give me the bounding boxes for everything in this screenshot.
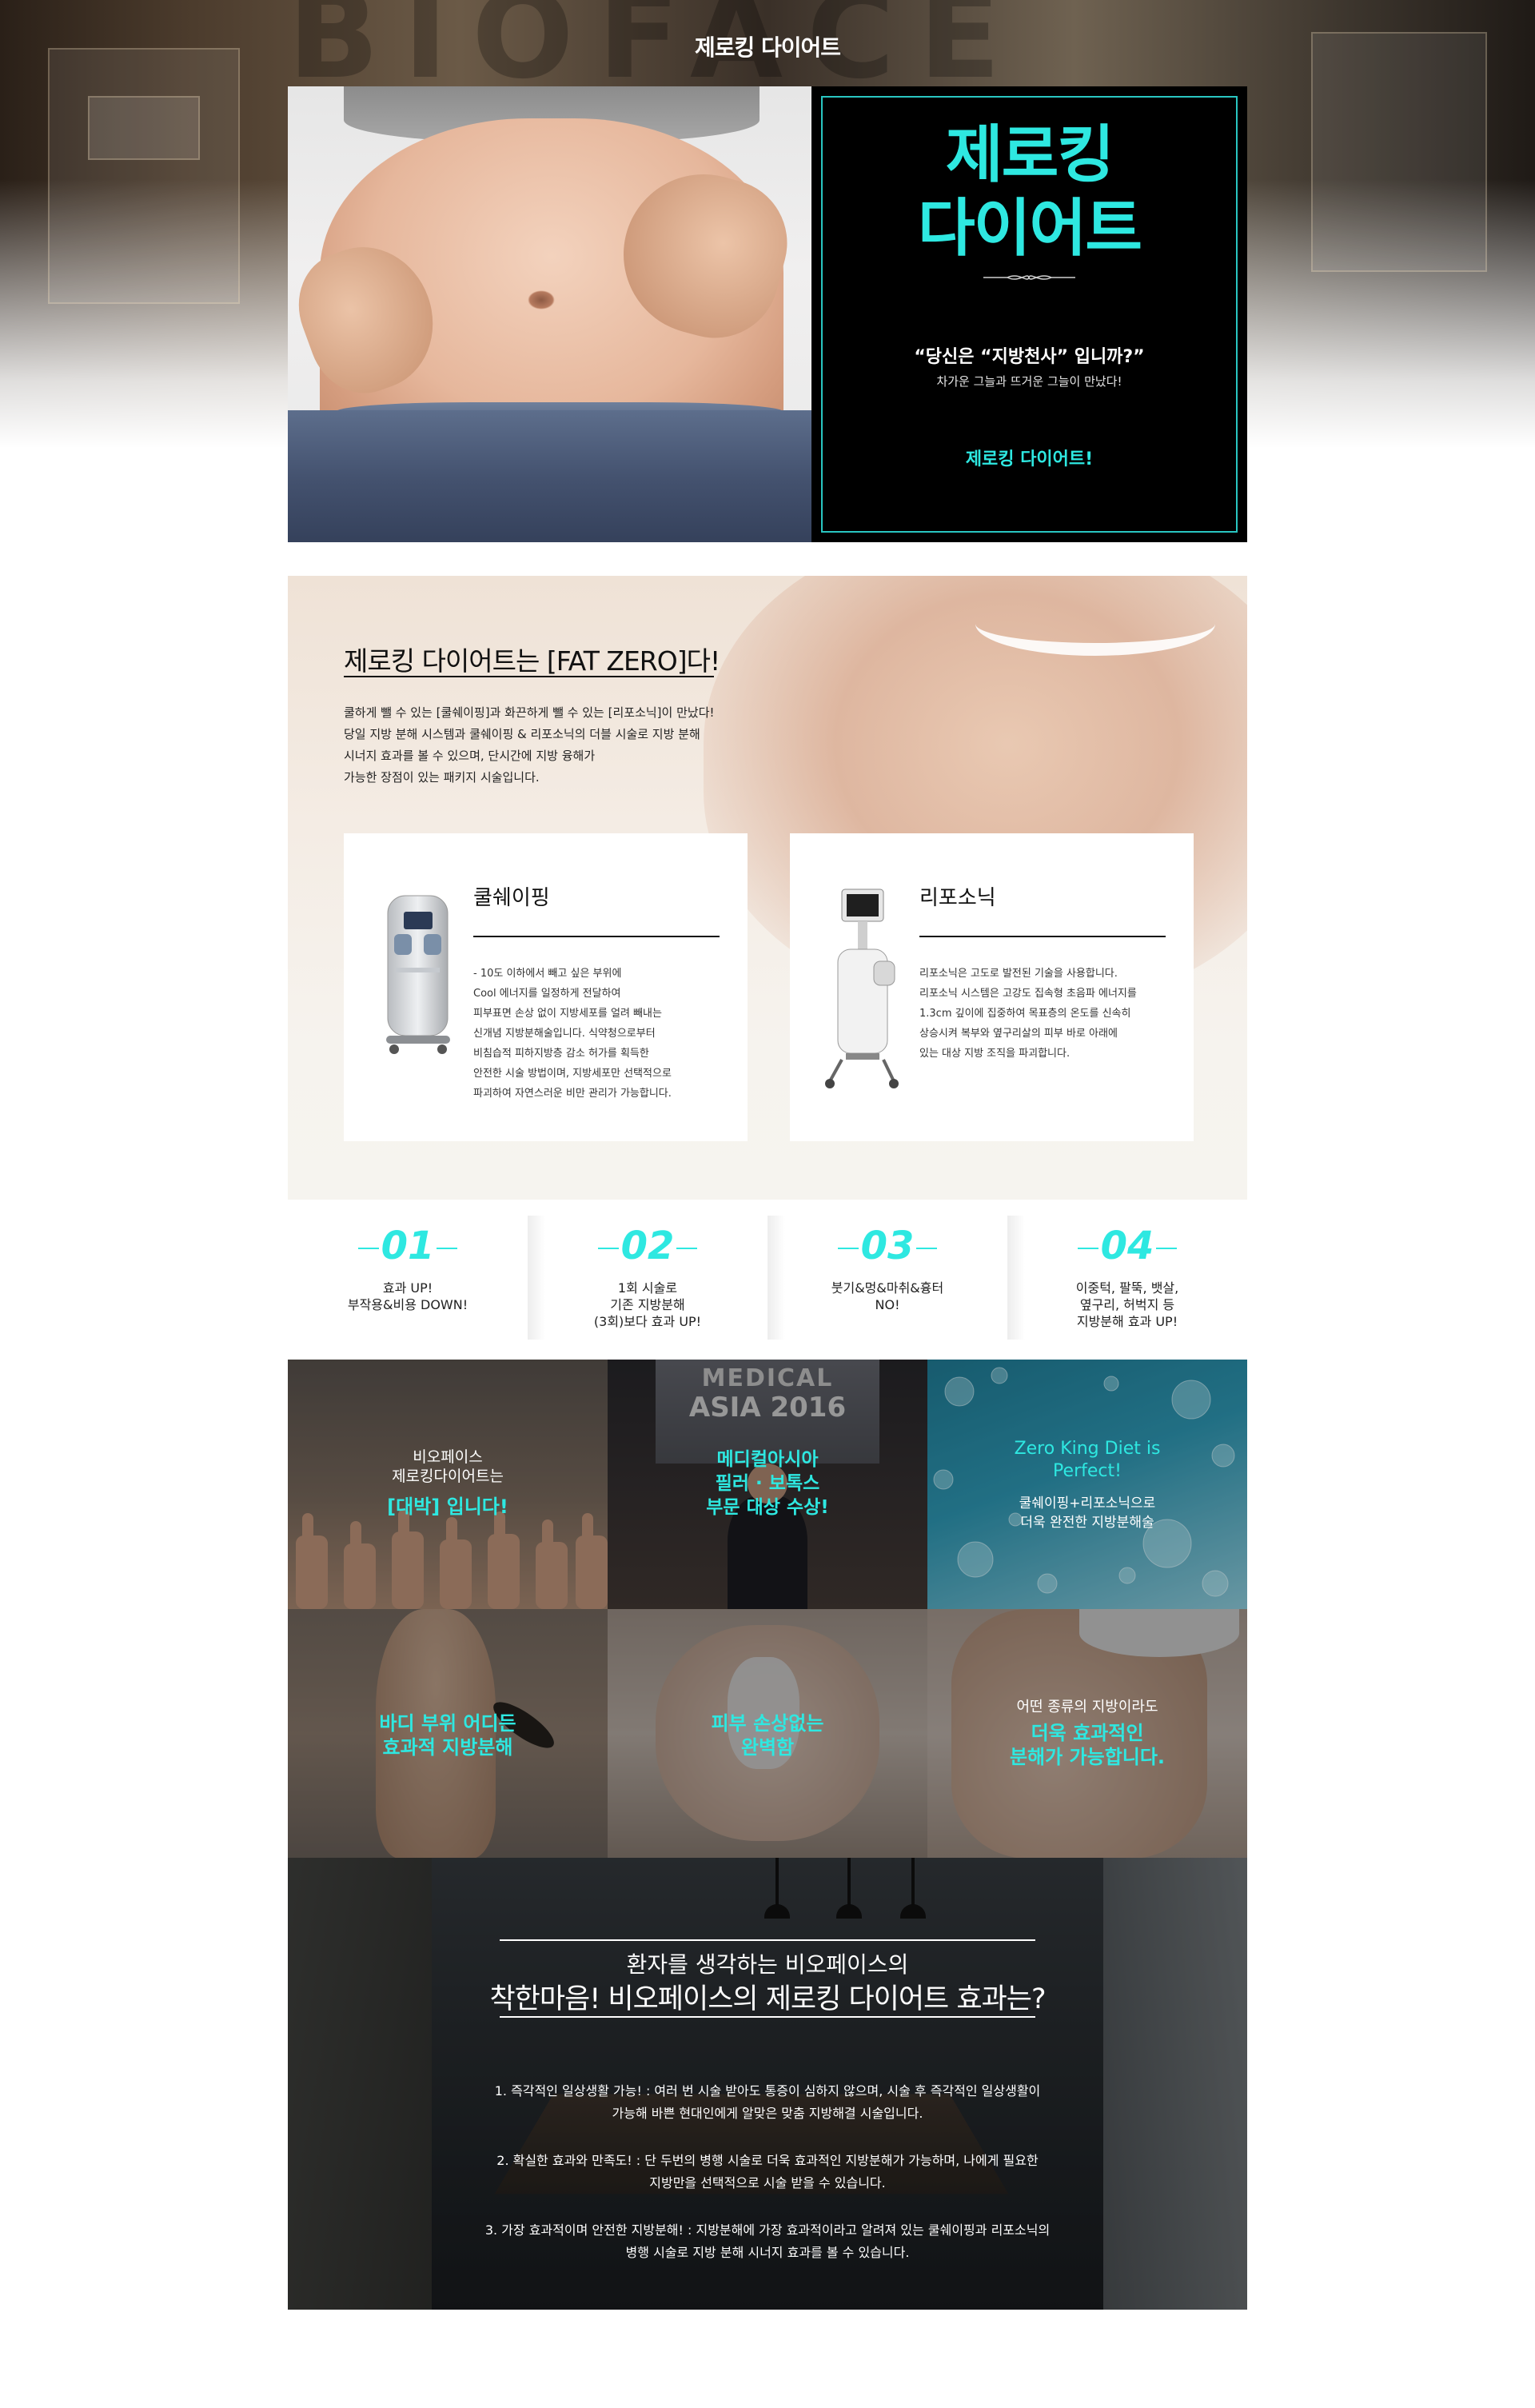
tile-body: 바디 부위 어디든 효과적 지방분해 (288, 1609, 608, 1859)
benefit-text: 이중턱, 팔뚝, 뱃살, 옆구리, 허벅지 등 지방분해 효과 UP! (1075, 1280, 1179, 1329)
hero-subtitle: 차가운 그늘과 뜨거운 그늘이 만났다! (936, 374, 1122, 389)
philosophy-title: 착한마음! 비오페이스의 제로킹 다이어트 효과는? (489, 1983, 1046, 2015)
device-description: - 10도 이하에서 빼고 싶은 부위에 Cool 에너지를 일정하게 전달하여… (473, 968, 672, 1100)
hero-quote: “당신은 “지방천사” 입니까?” (914, 347, 1145, 367)
tile-highlight: [대박] 입니다! (387, 1496, 508, 1518)
tile-text: 쿨쉐이핑+리포소닉으로 더욱 완전한 지방분해술 (1019, 1496, 1156, 1531)
benefit-number: 03 (860, 1224, 915, 1268)
philosophy-point: 2. 확실한 효과와 만족도! : 단 두번의 병행 시술로 더욱 효과적인 지… (496, 2153, 1039, 2190)
benefit-number: 01 (381, 1224, 435, 1268)
ornament-divider-icon (983, 275, 1075, 280)
tile-highlight: 더욱 효과적인 분해가 가능합니다. (1009, 1722, 1166, 1768)
philosophy-subtitle: 환자를 생각하는 비오페이스의 (626, 1951, 909, 1978)
device-name: 쿨쉐이핑 (473, 886, 550, 910)
tile-text: 어떤 종류의 지방이라도 (1016, 1699, 1158, 1715)
tile-highlight: 피부 손상없는 완벽함 (711, 1712, 824, 1759)
benefit-item: 04 이중턱, 팔뚝, 뱃살, 옆구리, 허벅지 등 지방분해 효과 UP! (1007, 1216, 1247, 1340)
device-underline (919, 936, 1166, 937)
benefit-item: 01 효과 UP! 부작용&비용 DOWN! (288, 1216, 545, 1340)
benefit-text: 효과 UP! 부작용&비용 DOWN! (347, 1280, 468, 1312)
fat-zero-title: 제로킹 다이어트는 [FAT ZERO]다! (344, 645, 720, 677)
divider-line (500, 1939, 1035, 1941)
tile-highlight: 메디컬아시아 필러 · 보톡스 부문 대상 수상! (706, 1449, 829, 1518)
tile-waist: 어떤 종류의 지방이라도 더욱 효과적인 분해가 가능합니다. (927, 1609, 1247, 1859)
benefit-number: 02 (620, 1224, 675, 1268)
fat-zero-description: 쿨하게 뺄 수 있는 [쿨쉐이핑]과 화끈하게 뺄 수 있는 [리포소닉]이 만… (344, 705, 715, 785)
hero-belly-photo (288, 86, 811, 542)
device-description: 리포소닉은 고도로 발전된 기술을 사용합니다. 리포소닉 시스템은 고강도 집… (919, 968, 1137, 1060)
philosophy-point: 1. 즉각적인 일상생활 가능! : 여러 번 시술 받아도 통증이 심하지 않… (494, 2083, 1041, 2121)
device-underline (473, 936, 720, 937)
benefit-text: 1회 시술로 기존 지방분해 (3회)보다 효과 UP! (593, 1280, 702, 1329)
hero-heading: 제로킹 다이어트 (694, 34, 841, 61)
device-card-coolshaping: 쿨쉐이핑 - 10도 이하에서 빼고 싶은 부위에 Cool 에너지를 일정하게… (344, 833, 748, 1141)
tile-skin: 피부 손상없는 완벽함 (608, 1609, 927, 1859)
hero-title: 제로킹 다이어트 (917, 119, 1142, 265)
benefit-item: 03 붓기&멍&마취&흉터 NO! (768, 1216, 1025, 1340)
fat-zero-section: 제로킹 다이어트는 [FAT ZERO]다! 쿨하게 뺄 수 있는 [쿨쉐이핑]… (288, 576, 1247, 1200)
philosophy-point: 3. 가장 효과적이며 안전한 지방분해! : 지방분해에 가장 효과적이라고 … (484, 2222, 1051, 2260)
tile-highlight: 바디 부위 어디든 효과적 지방분해 (379, 1712, 516, 1759)
coolshaping-device-icon (386, 895, 450, 1054)
tile-highlight: Zero King Diet is Perfect! (1014, 1439, 1161, 1481)
philosophy-section: 환자를 생각하는 비오페이스의 착한마음! 비오페이스의 제로킹 다이어트 효과… (288, 1858, 1247, 2310)
divider-line (500, 2016, 1035, 2018)
tile-thumbs-up: 비오페이스 제로킹다이어트는 [대박] 입니다! (288, 1360, 608, 1609)
hero-promo-box: 제로킹 다이어트 “당신은 “지방천사” 입니까?” 차가운 그늘과 뜨거운 그… (811, 86, 1247, 542)
device-name: 리포소닉 (919, 886, 996, 910)
benefit-number: 04 (1100, 1224, 1154, 1268)
device-card-liposonix: 리포소닉 리포소닉은 고도로 발전된 기술을 사용합니다. 리포소닉 시스템은 … (790, 833, 1194, 1141)
title-underline (344, 676, 714, 677)
tile-text: 비오페이스 제로킹다이어트는 (392, 1448, 504, 1485)
benefit-item: 02 1회 시술로 기존 지방분해 (3회)보다 효과 UP! (528, 1216, 785, 1340)
tile-award: MEDICAL ASIA 2016 메디컬아시아 필러 · 보톡스 부문 대상 … (608, 1360, 927, 1609)
hero-cta-text: 제로킹 다이어트! (965, 449, 1094, 469)
liposonix-device-icon (825, 889, 899, 1088)
benefit-text: 붓기&멍&마취&흉터 NO! (831, 1280, 944, 1312)
tile-perfect: Zero King Diet is Perfect! 쿨쉐이핑+리포소닉으로 더… (927, 1360, 1247, 1609)
